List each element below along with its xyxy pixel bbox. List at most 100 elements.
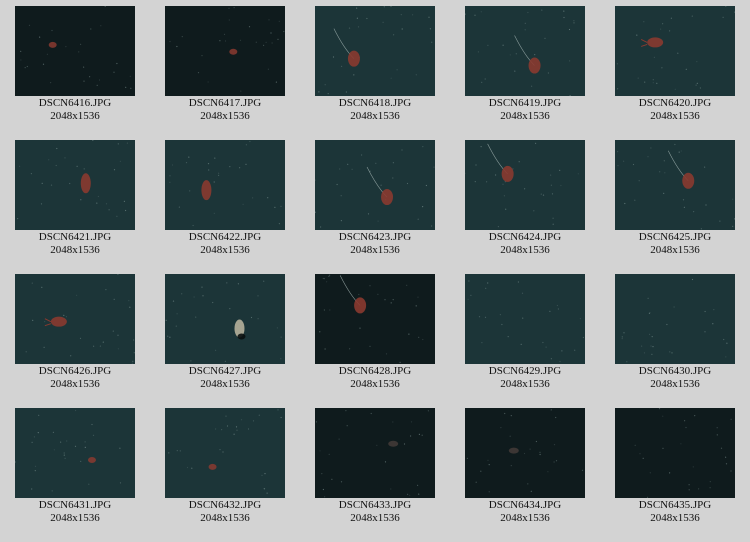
thumbnail-image[interactable]	[615, 140, 735, 230]
thumbnail-image[interactable]	[315, 6, 435, 96]
thumbnail-item[interactable]: DSCN6427.JPG 2048x1536	[150, 274, 300, 391]
underwater-photo	[165, 274, 285, 364]
thumbnail-filename: DSCN6423.JPG	[338, 231, 412, 243]
thumbnail-dimensions: 2048x1536	[200, 512, 250, 524]
thumbnail-filename: DSCN6418.JPG	[338, 97, 412, 109]
thumbnail-dimensions: 2048x1536	[50, 378, 100, 390]
thumbnail-item[interactable]: DSCN6419.JPG 2048x1536	[450, 6, 600, 123]
underwater-photo	[615, 408, 735, 498]
thumbnail-image[interactable]	[15, 408, 135, 498]
thumbnail-dimensions: 2048x1536	[650, 110, 700, 122]
thumbnail-item[interactable]: DSCN6417.JPG 2048x1536	[150, 6, 300, 123]
thumbnail-image[interactable]	[615, 6, 735, 96]
thumbnail-dimensions: 2048x1536	[500, 378, 550, 390]
underwater-photo	[465, 140, 585, 230]
underwater-photo	[465, 274, 585, 364]
underwater-photo	[15, 140, 135, 230]
thumbnail-image[interactable]	[315, 274, 435, 364]
thumbnail-dimensions: 2048x1536	[50, 244, 100, 256]
thumbnail-item[interactable]: DSCN6421.JPG 2048x1536	[0, 140, 150, 257]
underwater-photo	[315, 140, 435, 230]
thumbnail-image[interactable]	[15, 274, 135, 364]
thumbnail-image[interactable]	[465, 6, 585, 96]
thumbnail-item[interactable]: DSCN6429.JPG 2048x1536	[450, 274, 600, 391]
thumbnail-item[interactable]: DSCN6425.JPG 2048x1536	[600, 140, 750, 257]
thumbnail-image[interactable]	[615, 274, 735, 364]
underwater-photo	[615, 274, 735, 364]
thumbnail-item[interactable]: DSCN6418.JPG 2048x1536	[300, 6, 450, 123]
thumbnail-image[interactable]	[165, 140, 285, 230]
thumbnail-image[interactable]	[15, 6, 135, 96]
thumbnail-filename: DSCN6430.JPG	[638, 365, 712, 377]
thumbnail-item[interactable]: DSCN6430.JPG 2048x1536	[600, 274, 750, 391]
thumbnail-filename: DSCN6424.JPG	[488, 231, 562, 243]
thumbnail-dimensions: 2048x1536	[650, 512, 700, 524]
thumbnail-dimensions: 2048x1536	[200, 110, 250, 122]
thumbnail-item[interactable]: DSCN6420.JPG 2048x1536	[600, 6, 750, 123]
thumbnail-image[interactable]	[165, 274, 285, 364]
thumbnail-dimensions: 2048x1536	[200, 244, 250, 256]
thumbnail-item[interactable]: DSCN6422.JPG 2048x1536	[150, 140, 300, 257]
underwater-photo	[165, 140, 285, 230]
underwater-photo	[615, 140, 735, 230]
thumbnail-dimensions: 2048x1536	[350, 378, 400, 390]
thumbnail-filename: DSCN6428.JPG	[338, 365, 412, 377]
thumbnail-filename: DSCN6422.JPG	[188, 231, 262, 243]
thumbnail-image[interactable]	[315, 140, 435, 230]
thumbnail-filename: DSCN6427.JPG	[188, 365, 262, 377]
thumbnail-dimensions: 2048x1536	[350, 512, 400, 524]
underwater-photo	[165, 6, 285, 96]
thumbnail-filename: DSCN6421.JPG	[38, 231, 112, 243]
thumbnail-image[interactable]	[465, 408, 585, 498]
underwater-photo	[465, 408, 585, 498]
thumbnail-filename: DSCN6433.JPG	[338, 499, 412, 511]
thumbnail-item[interactable]: DSCN6428.JPG 2048x1536	[300, 274, 450, 391]
thumbnail-item[interactable]: DSCN6424.JPG 2048x1536	[450, 140, 600, 257]
thumbnail-item[interactable]: DSCN6433.JPG 2048x1536	[300, 408, 450, 525]
underwater-photo	[165, 408, 285, 498]
thumbnail-image[interactable]	[165, 408, 285, 498]
thumbnail-image[interactable]	[615, 408, 735, 498]
thumbnail-filename: DSCN6435.JPG	[638, 499, 712, 511]
thumbnail-filename: DSCN6416.JPG	[38, 97, 112, 109]
thumbnail-filename: DSCN6420.JPG	[638, 97, 712, 109]
thumbnail-item[interactable]: DSCN6431.JPG 2048x1536	[0, 408, 150, 525]
thumbnail-dimensions: 2048x1536	[650, 378, 700, 390]
thumbnail-dimensions: 2048x1536	[350, 110, 400, 122]
thumbnail-dimensions: 2048x1536	[650, 244, 700, 256]
thumbnail-item[interactable]: DSCN6423.JPG 2048x1536	[300, 140, 450, 257]
underwater-photo	[315, 6, 435, 96]
thumbnail-item[interactable]: DSCN6416.JPG 2048x1536	[0, 6, 150, 123]
thumbnail-dimensions: 2048x1536	[500, 110, 550, 122]
underwater-photo	[15, 6, 135, 96]
thumbnail-dimensions: 2048x1536	[200, 378, 250, 390]
thumbnail-item[interactable]: DSCN6426.JPG 2048x1536	[0, 274, 150, 391]
underwater-photo	[315, 274, 435, 364]
thumbnail-image[interactable]	[465, 140, 585, 230]
thumbnail-dimensions: 2048x1536	[350, 244, 400, 256]
thumbnail-filename: DSCN6432.JPG	[188, 499, 262, 511]
thumbnail-image[interactable]	[315, 408, 435, 498]
thumbnail-dimensions: 2048x1536	[50, 512, 100, 524]
underwater-photo	[615, 6, 735, 96]
thumbnail-filename: DSCN6426.JPG	[38, 365, 112, 377]
thumbnail-item[interactable]: DSCN6434.JPG 2048x1536	[450, 408, 600, 525]
underwater-photo	[15, 274, 135, 364]
thumbnail-item[interactable]: DSCN6432.JPG 2048x1536	[150, 408, 300, 525]
thumbnail-dimensions: 2048x1536	[500, 244, 550, 256]
thumbnail-grid: DSCN6416.JPG 2048x1536 DSCN6417.JPG 2048x1…	[0, 0, 750, 542]
thumbnail-filename: DSCN6429.JPG	[488, 365, 562, 377]
thumbnail-filename: DSCN6419.JPG	[488, 97, 562, 109]
underwater-photo	[315, 408, 435, 498]
thumbnail-dimensions: 2048x1536	[500, 512, 550, 524]
thumbnail-filename: DSCN6431.JPG	[38, 499, 112, 511]
thumbnail-image[interactable]	[15, 140, 135, 230]
thumbnail-filename: DSCN6434.JPG	[488, 499, 562, 511]
thumbnail-filename: DSCN6425.JPG	[638, 231, 712, 243]
thumbnail-filename: DSCN6417.JPG	[188, 97, 262, 109]
thumbnail-image[interactable]	[165, 6, 285, 96]
thumbnail-image[interactable]	[465, 274, 585, 364]
underwater-photo	[15, 408, 135, 498]
thumbnail-dimensions: 2048x1536	[50, 110, 100, 122]
thumbnail-item[interactable]: DSCN6435.JPG 2048x1536	[600, 408, 750, 525]
